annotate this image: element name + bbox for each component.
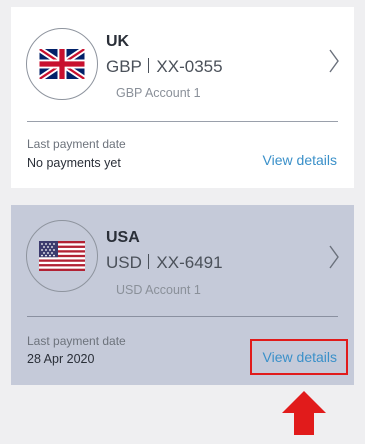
separator [147, 58, 150, 73]
flag-avatar-uk [26, 28, 98, 100]
account-card-uk[interactable]: UK GBP XX-0355 GBP Account 1 Last payment… [11, 7, 354, 188]
account-currency: USD [106, 253, 142, 272]
chevron-right-icon[interactable] [327, 47, 341, 75]
separator [147, 254, 150, 269]
account-number: XX-6491 [156, 253, 223, 272]
uk-flag-icon [39, 49, 85, 79]
account-country: USA [106, 229, 140, 246]
us-flag-icon [39, 241, 85, 271]
account-name: GBP Account 1 [116, 86, 201, 100]
account-currency-line: GBP XX-0355 [106, 57, 223, 77]
last-payment-value: 28 Apr 2020 [27, 352, 95, 366]
account-country: UK [106, 33, 130, 50]
divider [27, 316, 338, 317]
view-details-link[interactable]: View details [263, 152, 337, 168]
highlight-box [250, 339, 348, 375]
last-payment-label: Last payment date [27, 137, 126, 151]
last-payment-label: Last payment date [27, 334, 126, 348]
account-currency-line: USD XX-6491 [106, 253, 223, 273]
divider [27, 121, 338, 122]
chevron-right-icon[interactable] [327, 243, 341, 271]
last-payment-value: No payments yet [27, 156, 121, 170]
account-number: XX-0355 [156, 57, 223, 76]
account-name: USD Account 1 [116, 283, 201, 297]
flag-avatar-usa [26, 220, 98, 292]
arrow-up-icon [282, 391, 326, 435]
account-currency: GBP [106, 57, 142, 76]
